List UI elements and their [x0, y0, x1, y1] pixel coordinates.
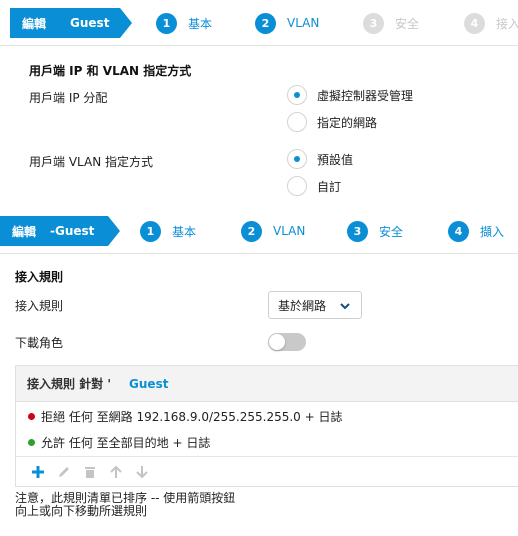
step-label: VLAN — [273, 224, 306, 238]
rules-header-network-name: Guest — [129, 376, 169, 391]
step-label: 安全 — [395, 16, 420, 31]
step-label: VLAN — [287, 16, 320, 30]
step-label: 接入 — [496, 16, 518, 31]
step-number-badge: 4 — [448, 220, 469, 242]
radio-dot[interactable] — [287, 176, 307, 196]
radio-vlan-custom[interactable]: 自訂 — [287, 176, 341, 196]
wizard-step-security: 3 安全 — [363, 12, 419, 34]
toggle-knob — [269, 334, 285, 350]
rules-panel-header: 接入規則 針對 ' Guest — [16, 366, 518, 402]
step-number-badge: 1 — [140, 220, 161, 242]
allow-bullet-icon — [28, 439, 35, 446]
download-role-label: 下載角色 — [15, 336, 64, 350]
rule-text: 拒絕 任何 至網路 192.168.9.0/255.255.255.0 + 日誌 — [41, 410, 343, 424]
step-label: 基本 — [172, 224, 197, 239]
step-number-badge: 4 — [464, 12, 485, 34]
arrow-up-icon[interactable] — [103, 462, 129, 482]
plus-icon[interactable] — [25, 462, 51, 482]
download-role-toggle[interactable] — [268, 333, 306, 351]
vlan-section-title: 用戶端 IP 和 VLAN 指定方式 — [29, 64, 192, 78]
step-number-badge: 3 — [363, 12, 384, 34]
step-number-badge: 1 — [156, 12, 177, 34]
wizard-step-basic[interactable]: 1 基本 — [140, 220, 196, 242]
access-rules-panel: 接入規則 針對 ' Guest 拒絕 任何 至網路 192.168.9.0/25… — [15, 365, 518, 487]
step-number-badge: 2 — [241, 220, 262, 242]
chevron-down-icon — [339, 300, 351, 314]
radio-dot[interactable] — [287, 149, 307, 169]
rule-row-deny[interactable]: 拒絕 任何 至網路 192.168.9.0/255.255.255.0 + 日誌 — [28, 408, 342, 425]
wizard-bar-bottom: 編輯 -Guest 1 基本 2 VLAN 3 安全 4 擷入 — [0, 216, 518, 254]
trash-icon[interactable] — [77, 462, 103, 482]
edit-tab[interactable]: 編輯 Guest — [10, 8, 132, 38]
step-number-badge: 2 — [255, 12, 276, 34]
rules-divider — [16, 456, 518, 457]
wizard-step-access: 4 接入 — [464, 12, 518, 34]
edit-network-name: -Guest — [50, 224, 95, 238]
rule-text: 允許 任何 至全部目的地 + 日誌 — [41, 436, 211, 450]
rules-toolbar — [25, 462, 155, 482]
step-label: 基本 — [188, 16, 213, 31]
wizard-step-security[interactable]: 3 安全 — [347, 220, 403, 242]
edit-label: 編輯 — [12, 224, 37, 239]
wizard-step-vlan[interactable]: 2 VLAN — [241, 220, 305, 242]
radio-vlan-default[interactable]: 預設值 — [287, 149, 353, 169]
radio-label: 預設值 — [317, 152, 354, 167]
access-rule-select[interactable]: 基於網路 — [268, 291, 362, 319]
client-ip-label: 用戶端 IP 分配 — [29, 91, 108, 105]
radio-label: 自訂 — [317, 179, 342, 194]
radio-dot[interactable] — [287, 112, 307, 132]
wizard-bar-top: 編輯 Guest 1 基本 2 VLAN 3 安全 4 接入 — [0, 8, 518, 46]
step-label: 擷入 — [480, 224, 505, 239]
radio-label: 虛擬控制器受管理 — [317, 88, 414, 103]
access-rule-select-value: 基於網路 — [278, 298, 327, 313]
rules-header-title: 接入規則 針對 ' — [27, 377, 112, 391]
wizard-step-access[interactable]: 4 擷入 — [448, 220, 504, 242]
pencil-icon[interactable] — [51, 462, 77, 482]
arrow-down-icon[interactable] — [129, 462, 155, 482]
access-rule-label: 接入規則 — [15, 299, 64, 313]
radio-ip-network-assigned[interactable]: 指定的網路 — [287, 112, 377, 132]
deny-bullet-icon — [28, 413, 35, 420]
radio-ip-virtual-controller[interactable]: 虛擬控制器受管理 — [287, 85, 413, 105]
wizard-step-basic[interactable]: 1 基本 — [156, 12, 212, 34]
edit-label: 編輯 — [22, 16, 47, 31]
radio-label: 指定的網路 — [317, 115, 378, 130]
radio-dot[interactable] — [287, 85, 307, 105]
rule-row-allow[interactable]: 允許 任何 至全部目的地 + 日誌 — [28, 434, 210, 451]
access-section-title: 接入規則 — [15, 270, 64, 284]
edit-tab[interactable]: 編輯 -Guest — [0, 216, 120, 246]
wizard-step-vlan[interactable]: 2 VLAN — [255, 12, 319, 34]
ordering-note: 注意，此規則清單已排序 -- 使用箭頭按鈕 向上或向下移動所選規則 — [15, 492, 315, 518]
client-vlan-label: 用戶端 VLAN 指定方式 — [29, 155, 153, 169]
note-line-2: 向上或向下移動所選規則 — [15, 504, 148, 518]
step-label: 安全 — [379, 224, 404, 239]
edit-network-name: Guest — [70, 16, 110, 30]
step-number-badge: 3 — [347, 220, 368, 242]
